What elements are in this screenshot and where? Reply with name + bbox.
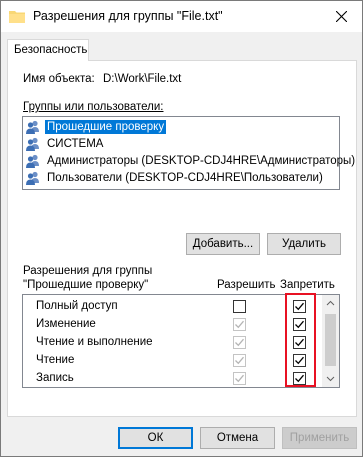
permission-name: Изменение (36, 318, 96, 330)
close-button[interactable] (322, 1, 362, 32)
cancel-button[interactable]: Отмена (200, 427, 275, 449)
allow-checkbox[interactable] (233, 372, 246, 385)
users-group-icon (25, 119, 41, 135)
allow-column-header: Разрешить (217, 279, 276, 291)
object-name-value: D:\Work\File.txt (103, 73, 182, 85)
apply-button[interactable]: Применить (282, 427, 357, 449)
object-name-label: Имя объекта: (23, 73, 95, 85)
scroll-up-arrow-icon[interactable] (322, 295, 339, 312)
permission-name: Запись (36, 372, 74, 384)
user-list-item-label: Администраторы (DESKTOP-CDJ4HRE\Админист… (47, 155, 356, 167)
scroll-thumb[interactable] (325, 314, 336, 366)
tab-security-label: Безопасность (14, 44, 88, 56)
user-list-item-label: Прошедшие проверку (45, 120, 167, 134)
user-list-item-label: Пользователи (DESKTOP-CDJ4HRE\Пользовате… (47, 172, 323, 184)
users-list[interactable]: Прошедшие проверку СИСТЕМА Администраторы … (22, 116, 355, 190)
user-list-item[interactable]: Администраторы (DESKTOP-CDJ4HRE\Админист… (25, 153, 355, 169)
permission-row: Изменение (23, 316, 323, 334)
tab-security[interactable]: Безопасность (7, 39, 89, 61)
allow-checkbox[interactable] (233, 318, 246, 331)
deny-checkbox[interactable] (293, 336, 306, 349)
ok-button[interactable]: ОК (118, 427, 193, 449)
allow-checkbox[interactable] (233, 336, 246, 349)
users-group-icon (25, 136, 41, 152)
permissions-header-line1: Разрешения для группы (23, 265, 153, 277)
deny-checkbox[interactable] (293, 318, 306, 331)
groups-label: Группы или пользователи: (23, 101, 163, 113)
permission-row: Чтение (23, 352, 323, 370)
deny-checkbox[interactable] (293, 354, 306, 367)
users-group-icon (25, 170, 41, 186)
deny-checkbox[interactable] (293, 300, 306, 313)
permissions-dialog: Разрешения для группы "File.txt" Безопас… (0, 0, 363, 457)
permission-row: Полный доступ (23, 298, 323, 316)
permissions-scrollbar[interactable] (322, 295, 339, 387)
user-list-item[interactable]: СИСТЕМА (25, 136, 337, 152)
close-icon (336, 11, 347, 22)
allow-checkbox[interactable] (233, 300, 246, 313)
window-title: Разрешения для группы "File.txt" (33, 9, 223, 23)
permission-name: Чтение и выполнение (36, 336, 153, 348)
remove-button[interactable]: Удалить (267, 233, 341, 255)
permissions-header-line2: "Прошедшие проверку" (23, 279, 149, 291)
user-list-item-label: СИСТЕМА (47, 138, 104, 150)
permission-row: Запись (23, 370, 323, 387)
groups-label-text: Группы или пользователи: (23, 101, 164, 113)
deny-column-header: Запретить (280, 279, 335, 291)
allow-checkbox[interactable] (233, 354, 246, 367)
title-bar: Разрешения для группы "File.txt" (1, 1, 362, 32)
user-list-item[interactable]: Прошедшие проверку (25, 119, 337, 135)
permission-name: Полный доступ (36, 300, 118, 312)
folder-icon (9, 10, 25, 23)
permissions-table: Полный доступ Изменение Чтение и выполнени… (22, 294, 340, 388)
user-list-item[interactable]: Пользователи (DESKTOP-CDJ4HRE\Пользовате… (25, 170, 337, 186)
permission-name: Чтение (36, 354, 75, 366)
add-button[interactable]: Добавить... (186, 233, 260, 255)
scroll-down-arrow-icon[interactable] (322, 370, 339, 387)
deny-checkbox[interactable] (293, 372, 306, 385)
permission-row: Чтение и выполнение (23, 334, 323, 352)
users-group-icon (25, 153, 41, 169)
